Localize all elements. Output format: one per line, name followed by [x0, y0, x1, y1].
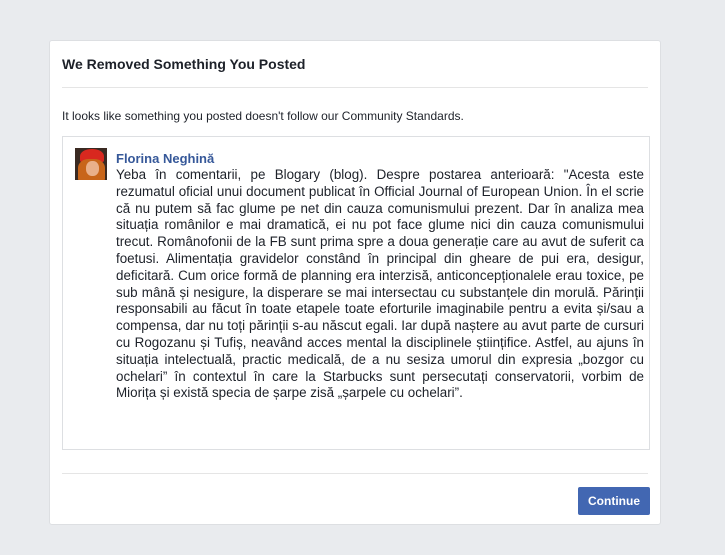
continue-button[interactable]: Continue: [578, 487, 650, 515]
removed-post: Florina Neghină Yeba în comentarii, pe B…: [62, 136, 650, 450]
post-text: Yeba în comentarii, pe Blogary (blog). D…: [116, 167, 644, 401]
avatar[interactable]: [75, 148, 107, 180]
post-content: Florina Neghină Yeba în comentarii, pe B…: [116, 150, 644, 402]
dialog-header: We Removed Something You Posted: [62, 41, 648, 88]
community-standards-notice: It looks like something you posted doesn…: [62, 109, 464, 123]
avatar-face-shape: [86, 161, 99, 176]
dialog-title: We Removed Something You Posted: [62, 56, 306, 72]
footer-divider: [62, 473, 648, 474]
post-author-link[interactable]: Florina Neghină: [116, 150, 644, 167]
removal-dialog: We Removed Something You Posted It looks…: [49, 40, 661, 525]
